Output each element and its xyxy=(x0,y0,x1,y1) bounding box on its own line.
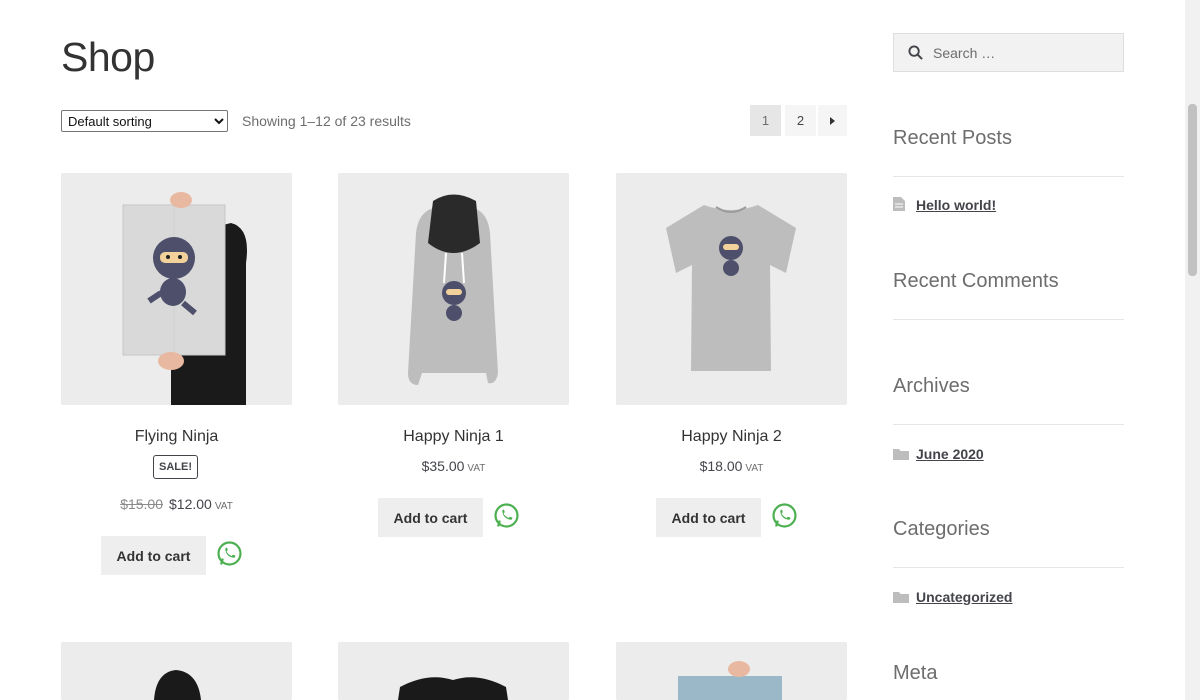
product-card: Happy Ninja 2 $18.00 VAT Add to cart xyxy=(616,173,847,537)
divider xyxy=(893,424,1124,425)
whatsapp-icon[interactable] xyxy=(216,540,243,567)
whatsapp-icon[interactable] xyxy=(493,502,520,529)
folder-icon xyxy=(893,449,909,460)
product-price: $15.00 $12.00 VAT xyxy=(61,496,292,512)
divider xyxy=(893,567,1124,568)
sale-badge: SALE! xyxy=(153,455,198,479)
product-price: $35.00 VAT xyxy=(338,458,569,474)
vat-label: VAT xyxy=(214,501,233,512)
divider xyxy=(893,319,1124,320)
current-price: $12.00 xyxy=(169,496,212,512)
sort-select[interactable]: Default sorting xyxy=(61,110,228,132)
search-input[interactable] xyxy=(931,43,1115,62)
document-icon xyxy=(893,197,905,211)
archives-title: Archives xyxy=(893,375,970,397)
product-image-tshirt[interactable] xyxy=(616,173,847,405)
product-image-hoodie-black[interactable] xyxy=(61,642,292,700)
result-count: Showing 1–12 of 23 results xyxy=(242,113,411,129)
next-page-button[interactable] xyxy=(818,105,847,136)
product-card: Flying Ninja SALE! $15.00 $12.00 VAT Add t… xyxy=(61,173,292,575)
product-title[interactable]: Flying Ninja xyxy=(61,428,292,446)
old-price: $15.00 xyxy=(120,496,164,512)
current-price: $18.00 xyxy=(699,458,743,474)
product-image-hoodie[interactable] xyxy=(338,173,569,405)
whatsapp-icon[interactable] xyxy=(771,502,798,529)
product-card: Happy Ninja 1 $35.00 VAT Add to cart xyxy=(338,173,569,537)
divider xyxy=(893,176,1124,177)
page-title: Shop xyxy=(61,34,155,80)
page-1[interactable]: 1 xyxy=(750,105,781,136)
recent-posts-title: Recent Posts xyxy=(893,127,1012,149)
product-title[interactable]: Happy Ninja 2 xyxy=(616,428,847,446)
add-to-cart-button[interactable]: Add to cart xyxy=(656,498,761,537)
archive-link-june-2020[interactable]: June 2020 xyxy=(916,446,984,462)
scrollbar-thumb[interactable] xyxy=(1188,104,1197,276)
category-link-uncategorized[interactable]: Uncategorized xyxy=(916,589,1012,605)
add-to-cart-button[interactable]: Add to cart xyxy=(101,536,206,575)
pagination: 1 2 xyxy=(749,105,847,136)
add-to-cart-button[interactable]: Add to cart xyxy=(378,498,483,537)
vat-label: VAT xyxy=(745,463,764,474)
product-image-poster[interactable] xyxy=(61,173,292,405)
categories-title: Categories xyxy=(893,518,990,540)
next-arrow-icon xyxy=(830,116,835,125)
search-box[interactable] xyxy=(893,33,1124,72)
post-link-hello-world[interactable]: Hello world! xyxy=(916,197,996,213)
page-2[interactable]: 2 xyxy=(785,105,816,136)
folder-icon xyxy=(893,592,909,603)
recent-comments-title: Recent Comments xyxy=(893,270,1059,292)
product-price: $18.00 VAT xyxy=(616,458,847,474)
search-icon xyxy=(908,45,923,60)
product-image-poster-blue[interactable] xyxy=(616,642,847,700)
product-image-tshirt-black[interactable] xyxy=(338,642,569,700)
product-title[interactable]: Happy Ninja 1 xyxy=(338,428,569,446)
meta-title: Meta xyxy=(893,662,938,684)
page-scrollbar[interactable] xyxy=(1185,0,1200,700)
current-price: $35.00 xyxy=(421,458,465,474)
vat-label: VAT xyxy=(467,463,486,474)
